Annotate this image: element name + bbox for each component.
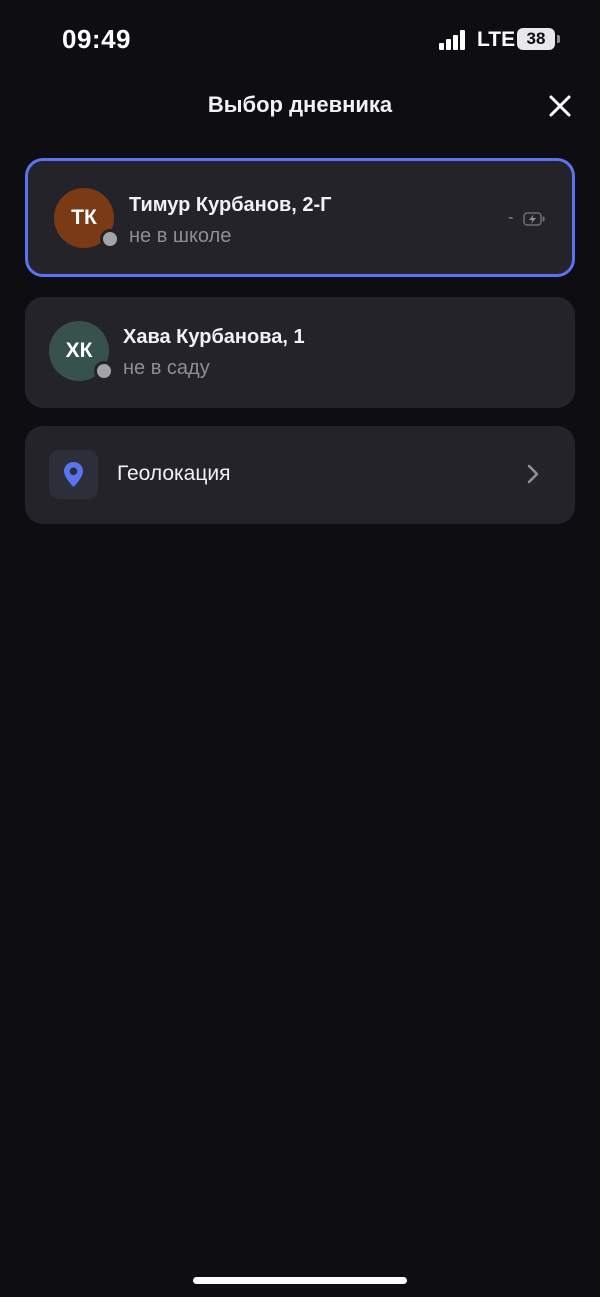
battery-level-text: - [508,209,514,226]
page-title: Выбор дневника [207,92,393,117]
close-icon [549,95,571,117]
close-button[interactable] [544,90,576,122]
status-bar: 09:49 LTE 38 [0,0,600,80]
child-status: не в школе [129,225,232,247]
geolocation-item[interactable]: Геолокация [25,426,575,524]
child-name: Хава Курбанова, 1 [123,326,305,348]
child-card-khava[interactable]: ХК Хава Курбанова, 1 не в саду [25,297,575,408]
battery-icon: 38 [517,28,555,50]
presence-dot [100,229,120,249]
child-status: не в саду [123,357,210,379]
home-indicator[interactable] [193,1277,407,1284]
child-name: Тимур Курбанов, 2-Г [129,194,332,216]
geolocation-label: Геолокация [117,462,231,485]
geolocation-icon-box [49,450,98,499]
location-pin-icon [64,462,83,487]
signal-strength-icon [439,30,467,50]
network-type: LTE [477,28,516,51]
charging-battery-icon [523,212,545,226]
status-time: 09:49 [62,24,131,54]
chevron-right-icon [527,464,539,484]
battery-tip [557,35,560,43]
child-card-timur[interactable]: ТК Тимур Курбанов, 2-Г не в школе - [25,158,575,277]
presence-dot [94,361,114,381]
